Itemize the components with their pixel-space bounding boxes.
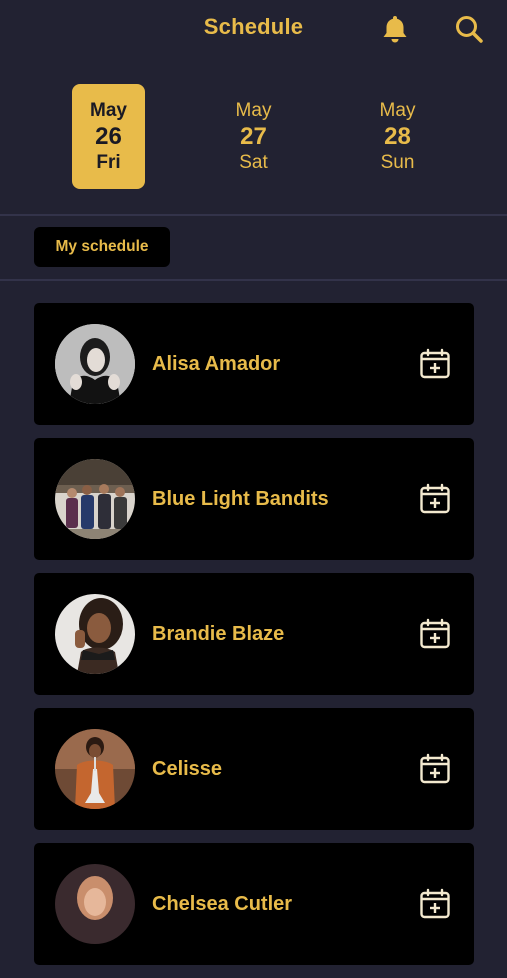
day-weekday: Fri [96, 152, 121, 173]
calendar-plus-icon[interactable] [418, 752, 452, 786]
app-header: Schedule [0, 0, 507, 60]
artist-name: Alisa Amador [152, 352, 281, 375]
bell-icon[interactable] [378, 12, 412, 46]
divider [0, 279, 507, 281]
page-title: Schedule [203, 14, 304, 39]
day-month: May [90, 100, 127, 121]
artist-avatar [55, 324, 135, 404]
day-weekday: Sat [239, 152, 268, 173]
divider [0, 214, 507, 216]
artist-avatar [55, 729, 135, 809]
calendar-plus-icon[interactable] [418, 482, 452, 516]
day-number: 26 [95, 123, 122, 150]
artist-card-blue-light-bandits[interactable]: Blue Light Bandits [34, 438, 474, 560]
day-month: May [235, 100, 272, 121]
calendar-plus-icon[interactable] [418, 617, 452, 651]
search-icon[interactable] [452, 12, 486, 46]
calendar-plus-icon[interactable] [418, 347, 452, 381]
day-weekday: Sun [380, 152, 415, 173]
artist-card-celisse[interactable]: Celisse [34, 708, 474, 830]
day-tab-may-27[interactable]: May 27 Sat [217, 84, 290, 189]
day-tab-may-26[interactable]: May 26 Fri [72, 84, 145, 189]
day-number: 27 [240, 123, 267, 150]
calendar-plus-icon[interactable] [418, 887, 452, 921]
artist-name: Chelsea Cutler [152, 892, 293, 915]
artist-name: Blue Light Bandits [152, 487, 329, 510]
artist-name: Brandie Blaze [152, 622, 285, 645]
artist-card-chelsea-cutler[interactable]: Chelsea Cutler [34, 843, 474, 965]
artist-avatar [55, 864, 135, 944]
artist-card-brandie-blaze[interactable]: Brandie Blaze [34, 573, 474, 695]
artist-avatar [55, 459, 135, 539]
artist-avatar [55, 594, 135, 674]
day-tab-may-28[interactable]: May 28 Sun [361, 84, 434, 189]
day-selector: May 26 Fri May 27 Sat May 28 Sun [0, 84, 507, 190]
artist-card-alisa-amador[interactable]: Alisa Amador [34, 303, 474, 425]
day-number: 28 [384, 123, 411, 150]
artist-list: Alisa Amador Blue Light Bandits Brandie … [34, 303, 474, 978]
my-schedule-button[interactable]: My schedule [34, 227, 170, 267]
day-month: May [379, 100, 416, 121]
artist-name: Celisse [152, 757, 223, 780]
